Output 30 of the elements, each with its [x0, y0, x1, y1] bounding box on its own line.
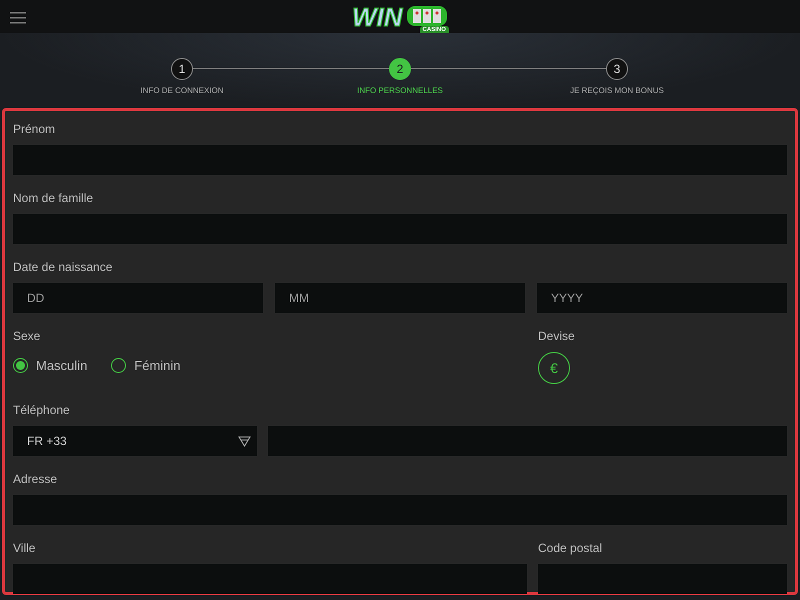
input-field[interactable] — [538, 564, 787, 594]
field-label: Nom de famille — [13, 190, 94, 207]
step-number[interactable]: 3 — [606, 58, 628, 80]
country-code-select[interactable]: FR +33 — [13, 426, 257, 456]
input-field[interactable] — [13, 214, 787, 244]
field-label: Date de naissance — [13, 259, 112, 276]
input-field[interactable] — [13, 564, 527, 594]
field-label: Ville — [13, 540, 36, 557]
slot-machine-icon — [406, 4, 450, 28]
field-label: Téléphone — [13, 402, 70, 419]
input-field[interactable]: DD — [13, 283, 263, 313]
currency-button[interactable]: € — [538, 352, 570, 384]
step-label: INFO DE CONNEXION — [140, 85, 224, 97]
field-label: Devise — [538, 328, 575, 345]
radio-option[interactable]: Féminin — [111, 356, 181, 376]
input-field[interactable]: MM — [275, 283, 525, 313]
field-label: Code postal — [538, 540, 602, 557]
field-label: Adresse — [13, 471, 58, 488]
radio-option[interactable]: Masculin — [13, 356, 88, 376]
step-label: JE REÇOIS MON BONUS — [570, 85, 664, 97]
step-label: INFO PERSONNELLES — [357, 85, 443, 97]
input-field[interactable] — [268, 426, 787, 456]
field-label: Sexe — [13, 328, 40, 345]
logo-text: WIN — [352, 4, 403, 30]
step-number[interactable]: 1 — [171, 58, 193, 80]
input-field[interactable] — [13, 495, 787, 525]
field-label: Prénom — [13, 121, 56, 138]
step-number[interactable]: 2 — [389, 58, 411, 80]
input-field[interactable] — [13, 145, 787, 175]
input-field[interactable]: YYYY — [537, 283, 787, 313]
